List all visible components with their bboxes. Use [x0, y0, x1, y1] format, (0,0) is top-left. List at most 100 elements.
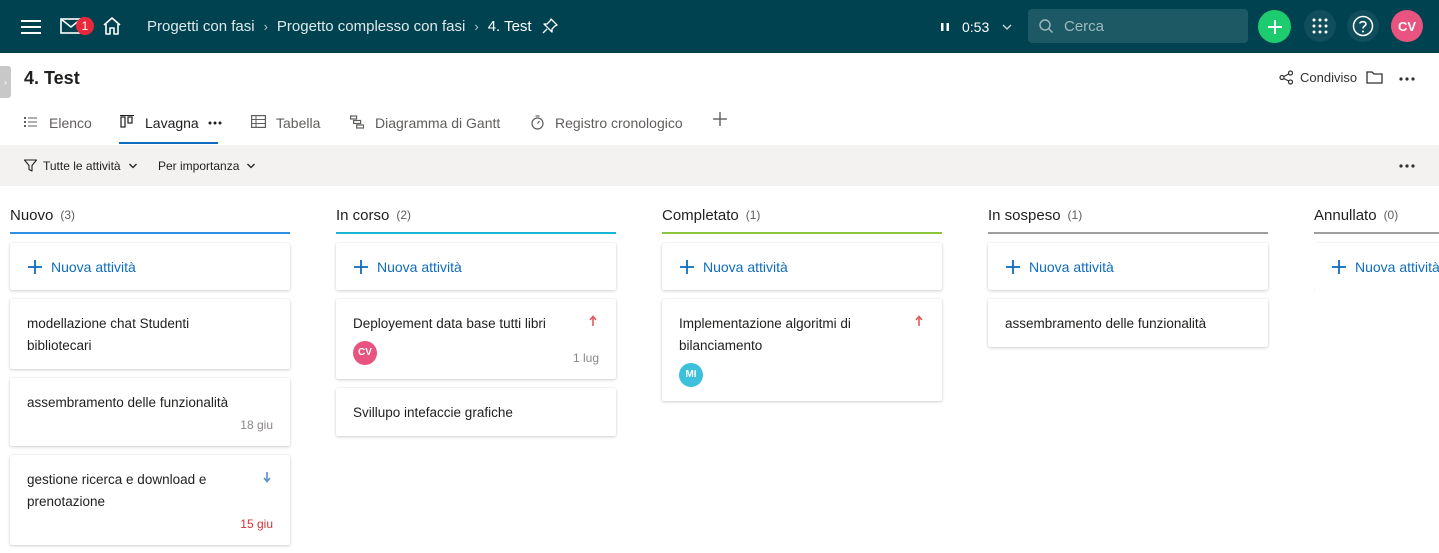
filter-icon: [24, 159, 37, 172]
column-title: In corso: [336, 206, 390, 224]
column-header: Completato (1): [662, 198, 942, 234]
task-due-date: 1 lug: [572, 351, 599, 365]
add-button[interactable]: [1258, 10, 1291, 43]
breadcrumb-current[interactable]: 4. Test: [488, 18, 532, 35]
new-task-button[interactable]: Nuova attività: [988, 243, 1268, 290]
tasks-filter-dropdown[interactable]: Tutte le attività: [24, 145, 138, 186]
task-card[interactable]: assembramento delle funzionalità 18 giu: [10, 378, 290, 446]
board-icon: [120, 115, 136, 131]
gantt-icon: [350, 115, 366, 131]
pin-icon[interactable]: [542, 17, 560, 36]
column-header: In sospeso (1): [988, 198, 1268, 234]
chevron-right-icon: ›: [263, 19, 268, 34]
breadcrumb-item[interactable]: Progetto complesso con fasi: [277, 18, 465, 35]
help-button[interactable]: [1347, 10, 1379, 42]
new-task-button[interactable]: Nuova attività: [662, 243, 942, 290]
tab-board[interactable]: Lavagna: [120, 102, 222, 144]
task-title: Implementazione algoritmi di bilanciamen…: [679, 316, 851, 353]
tasks-filter-label: Tutte le attività: [43, 158, 121, 173]
task-title: modellazione chat Studenti bibliotecari: [27, 316, 190, 353]
task-card[interactable]: Implementazione algoritmi di bilanciamen…: [662, 299, 942, 401]
top-bar: 1 Progetti con fasi › Progetto complesso…: [0, 0, 1439, 53]
share-button[interactable]: Condiviso: [1279, 70, 1357, 85]
task-card[interactable]: modellazione chat Studenti bibliotecari: [10, 299, 290, 369]
new-task-button[interactable]: Nuova attività: [10, 243, 290, 290]
column-count: (1): [745, 208, 761, 222]
plus-icon: [1267, 19, 1282, 34]
folder-icon[interactable]: [1366, 70, 1384, 88]
breadcrumb-item[interactable]: Progetti con fasi: [147, 18, 255, 35]
board-column-completato: Completato (1) Nuova attività Implementa…: [662, 198, 942, 401]
task-card[interactable]: Svillupo intefaccie grafiche: [336, 388, 616, 436]
sidebar-expand-handle[interactable]: ›: [0, 66, 11, 98]
column-count: (2): [396, 208, 412, 222]
tab-more-icon[interactable]: [208, 121, 222, 125]
filter-bar: Tutte le attività Per importanza: [0, 145, 1439, 186]
mail-badge: 1: [76, 17, 94, 35]
column-count: (1): [1067, 208, 1083, 222]
help-icon: [1352, 15, 1374, 37]
tab-table[interactable]: Tabella: [251, 102, 320, 144]
new-task-label: Nuova attività: [1355, 258, 1439, 275]
share-icon: [1279, 70, 1294, 85]
column-count: (3): [60, 208, 76, 222]
tab-label: Elenco: [49, 115, 92, 131]
high-priority-icon: [588, 315, 598, 327]
plus-icon: [1006, 259, 1020, 274]
pause-icon[interactable]: [938, 20, 952, 34]
column-title: Annullato: [1314, 206, 1377, 224]
plus-icon: [680, 259, 694, 274]
timer-icon: [530, 115, 546, 131]
tab-label: Tabella: [276, 115, 321, 131]
new-task-button[interactable]: Nuova attività: [1314, 243, 1439, 290]
plus-icon: [354, 259, 368, 274]
add-view-icon[interactable]: [712, 111, 730, 129]
board-column-in-corso: In corso (2) Nuova attività Deployement …: [336, 198, 616, 436]
search-placeholder: Cerca: [1064, 17, 1105, 35]
column-title: Nuovo: [10, 206, 54, 224]
search-box[interactable]: Cerca: [1028, 9, 1248, 43]
column-header: In corso (2): [336, 198, 616, 234]
task-card[interactable]: Deployement data base tutti libri CV 1 l…: [336, 299, 616, 379]
grid-icon: [1312, 18, 1328, 34]
task-due-date: 15 giu: [240, 517, 273, 531]
sort-dropdown[interactable]: Per importanza: [158, 145, 256, 186]
list-icon: [24, 115, 40, 131]
hamburger-menu-icon[interactable]: [18, 14, 44, 40]
column-count: (0): [1383, 208, 1399, 222]
task-card[interactable]: assembramento delle funzionalità: [988, 299, 1268, 347]
task-card[interactable]: gestione ricerca e download e prenotazio…: [10, 455, 290, 545]
chevron-right-icon: ›: [474, 19, 479, 34]
sort-label: Per importanza: [158, 158, 240, 173]
new-task-label: Nuova attività: [703, 258, 788, 275]
more-options-icon[interactable]: [1398, 157, 1416, 175]
new-task-label: Nuova attività: [1029, 258, 1114, 275]
plus-icon: [28, 259, 42, 274]
more-options-icon[interactable]: [1398, 70, 1416, 88]
table-icon: [251, 115, 267, 131]
column-title: Completato: [662, 206, 739, 224]
plus-icon: [1332, 259, 1346, 274]
new-task-label: Nuova attività: [377, 258, 462, 275]
home-icon[interactable]: [99, 13, 125, 39]
new-task-label: Nuova attività: [51, 258, 136, 275]
tab-list[interactable]: Elenco: [24, 102, 92, 144]
task-title: Svillupo intefaccie grafiche: [353, 405, 513, 420]
column-title: In sospeso: [988, 206, 1061, 224]
low-priority-icon: [262, 471, 272, 483]
assignee-avatar[interactable]: MI: [679, 363, 703, 387]
chevron-down-icon[interactable]: [1001, 21, 1013, 33]
new-task-button[interactable]: Nuova attività: [336, 243, 616, 290]
board-column-annullato: Annullato (0) Nuova attività: [1314, 198, 1439, 290]
tab-gantt[interactable]: Diagramma di Gantt: [350, 102, 500, 144]
board-column-in-sospeso: In sospeso (1) Nuova attività assembrame…: [988, 198, 1268, 347]
app-launcher-button[interactable]: [1304, 10, 1336, 42]
timer[interactable]: 0:53: [938, 0, 1013, 53]
column-header: Nuovo (3): [10, 198, 290, 234]
tab-label: Diagramma di Gantt: [375, 115, 501, 131]
assignee-avatar[interactable]: CV: [353, 341, 377, 365]
user-avatar[interactable]: CV: [1391, 10, 1423, 42]
tab-timelog[interactable]: Registro cronologico: [530, 102, 683, 144]
breadcrumb: Progetti con fasi › Progetto complesso c…: [147, 0, 560, 53]
search-icon: [1038, 18, 1054, 34]
